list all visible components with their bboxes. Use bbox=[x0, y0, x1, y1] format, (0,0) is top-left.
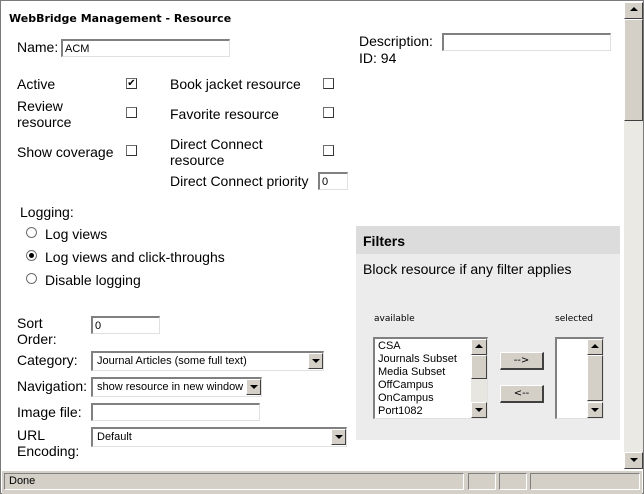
log-views-clicks-radio[interactable] bbox=[26, 250, 37, 261]
category-value: Journal Articles (some full text) bbox=[97, 355, 247, 367]
active-checkbox[interactable]: ✔ bbox=[126, 78, 137, 89]
remove-filter-button[interactable]: <-- bbox=[500, 385, 544, 403]
description-label: Description: bbox=[359, 33, 433, 49]
direct-connect-label-line2: resource bbox=[170, 152, 225, 168]
page-title: WebBridge Management - Resource bbox=[9, 12, 232, 25]
list-item[interactable]: OnCampus bbox=[378, 392, 434, 404]
active-label: Active bbox=[17, 76, 56, 92]
log-views-radio[interactable] bbox=[26, 227, 37, 238]
favorite-checkbox[interactable] bbox=[323, 107, 334, 118]
dropdown-arrow-button[interactable] bbox=[308, 353, 323, 369]
list-item[interactable]: OffCampus bbox=[378, 379, 433, 391]
image-file-input[interactable] bbox=[91, 403, 260, 421]
name-label: Name: bbox=[17, 39, 59, 55]
review-label-line1: Review bbox=[17, 98, 63, 114]
direct-connect-priority-label: Direct Connect priority bbox=[170, 173, 309, 189]
log-views-label: Log views bbox=[45, 226, 108, 242]
status-panel bbox=[499, 473, 527, 490]
navigation-label: Navigation: bbox=[17, 378, 88, 394]
show-coverage-checkbox[interactable] bbox=[126, 145, 137, 156]
filters-description: Block resource if any filter applies bbox=[363, 261, 572, 277]
status-text: Done bbox=[4, 473, 464, 490]
chevron-down-icon bbox=[335, 435, 343, 439]
name-input[interactable] bbox=[61, 39, 230, 57]
list-item[interactable]: CSA bbox=[378, 340, 401, 352]
selected-filters-list[interactable] bbox=[555, 337, 604, 419]
checkmark-icon: ✔ bbox=[127, 78, 136, 89]
dropdown-arrow-button[interactable] bbox=[331, 429, 346, 445]
scroll-thumb[interactable] bbox=[624, 19, 643, 121]
url-encoding-label-line1: URL bbox=[17, 427, 46, 443]
dropdown-arrow-button[interactable] bbox=[246, 379, 261, 395]
chevron-down-icon bbox=[475, 408, 483, 412]
scroll-thumb[interactable] bbox=[587, 355, 603, 401]
filters-header: Filters bbox=[356, 226, 620, 254]
category-select[interactable]: Journal Articles (some full text) bbox=[91, 351, 324, 371]
review-label-line2: resource bbox=[17, 114, 72, 130]
sort-order-label-line1: Sort bbox=[17, 315, 43, 331]
scroll-down-button[interactable] bbox=[587, 402, 603, 418]
description-input[interactable] bbox=[442, 33, 611, 51]
navigation-value: show resource in new window bbox=[97, 381, 244, 393]
image-file-label: Image file: bbox=[17, 404, 82, 420]
log-views-clicks-label: Log views and click-throughs bbox=[45, 249, 225, 265]
url-encoding-select[interactable]: Default bbox=[91, 427, 347, 447]
sort-order-input[interactable] bbox=[91, 316, 160, 334]
chevron-up-icon bbox=[475, 344, 483, 348]
scroll-up-button[interactable] bbox=[587, 339, 603, 355]
sort-order-label-line2: Order: bbox=[17, 331, 57, 347]
disable-logging-radio[interactable] bbox=[26, 273, 37, 284]
add-filter-button[interactable]: --> bbox=[500, 352, 544, 370]
book-jacket-label: Book jacket resource bbox=[170, 76, 301, 92]
navigation-select[interactable]: show resource in new window bbox=[91, 377, 262, 397]
scroll-down-button[interactable] bbox=[624, 452, 643, 469]
chevron-up-icon bbox=[630, 7, 638, 11]
resource-id: ID: 94 bbox=[359, 50, 397, 66]
url-encoding-label-line2: Encoding: bbox=[17, 443, 80, 459]
logging-label: Logging: bbox=[20, 204, 74, 220]
chevron-down-icon bbox=[312, 359, 320, 363]
list-item[interactable]: Port1082 bbox=[378, 405, 423, 417]
category-label: Category: bbox=[17, 352, 78, 368]
list-item[interactable]: Journals Subset bbox=[378, 353, 457, 365]
available-list-scrollbar[interactable] bbox=[471, 339, 487, 418]
status-panel bbox=[468, 473, 496, 490]
show-coverage-label: Show coverage bbox=[17, 144, 114, 160]
chevron-down-icon bbox=[591, 408, 599, 412]
available-label: available bbox=[374, 314, 415, 324]
selected-list-scrollbar[interactable] bbox=[587, 339, 603, 418]
list-item[interactable]: Media Subset bbox=[378, 366, 445, 378]
selected-label: selected bbox=[555, 314, 593, 324]
filters-panel: Filters Block resource if any filter app… bbox=[356, 226, 620, 440]
status-bar: Done bbox=[2, 470, 642, 494]
scroll-down-button[interactable] bbox=[471, 402, 487, 418]
page-scrollbar[interactable] bbox=[624, 2, 643, 469]
page-content: WebBridge Management - Resource Name: De… bbox=[2, 2, 624, 469]
direct-connect-label-line1: Direct Connect bbox=[170, 136, 263, 152]
favorite-label: Favorite resource bbox=[170, 106, 279, 122]
filters-heading: Filters bbox=[363, 233, 406, 249]
chevron-down-icon bbox=[630, 458, 638, 462]
direct-connect-priority-input[interactable] bbox=[318, 172, 348, 190]
radio-selected-dot bbox=[29, 253, 34, 258]
review-checkbox[interactable] bbox=[126, 107, 137, 118]
available-filters-list[interactable]: CSA Journals Subset Media Subset OffCamp… bbox=[373, 337, 488, 419]
scroll-up-button[interactable] bbox=[624, 2, 643, 19]
chevron-down-icon bbox=[250, 385, 258, 389]
chevron-up-icon bbox=[591, 344, 599, 348]
disable-logging-label: Disable logging bbox=[45, 272, 141, 288]
scroll-up-button[interactable] bbox=[471, 339, 487, 355]
direct-connect-checkbox[interactable] bbox=[323, 145, 334, 156]
book-jacket-checkbox[interactable] bbox=[323, 78, 334, 89]
scroll-thumb[interactable] bbox=[471, 355, 487, 379]
browser-frame: WebBridge Management - Resource Name: De… bbox=[0, 0, 644, 494]
status-zone-panel bbox=[530, 473, 640, 490]
url-encoding-value: Default bbox=[97, 431, 132, 443]
